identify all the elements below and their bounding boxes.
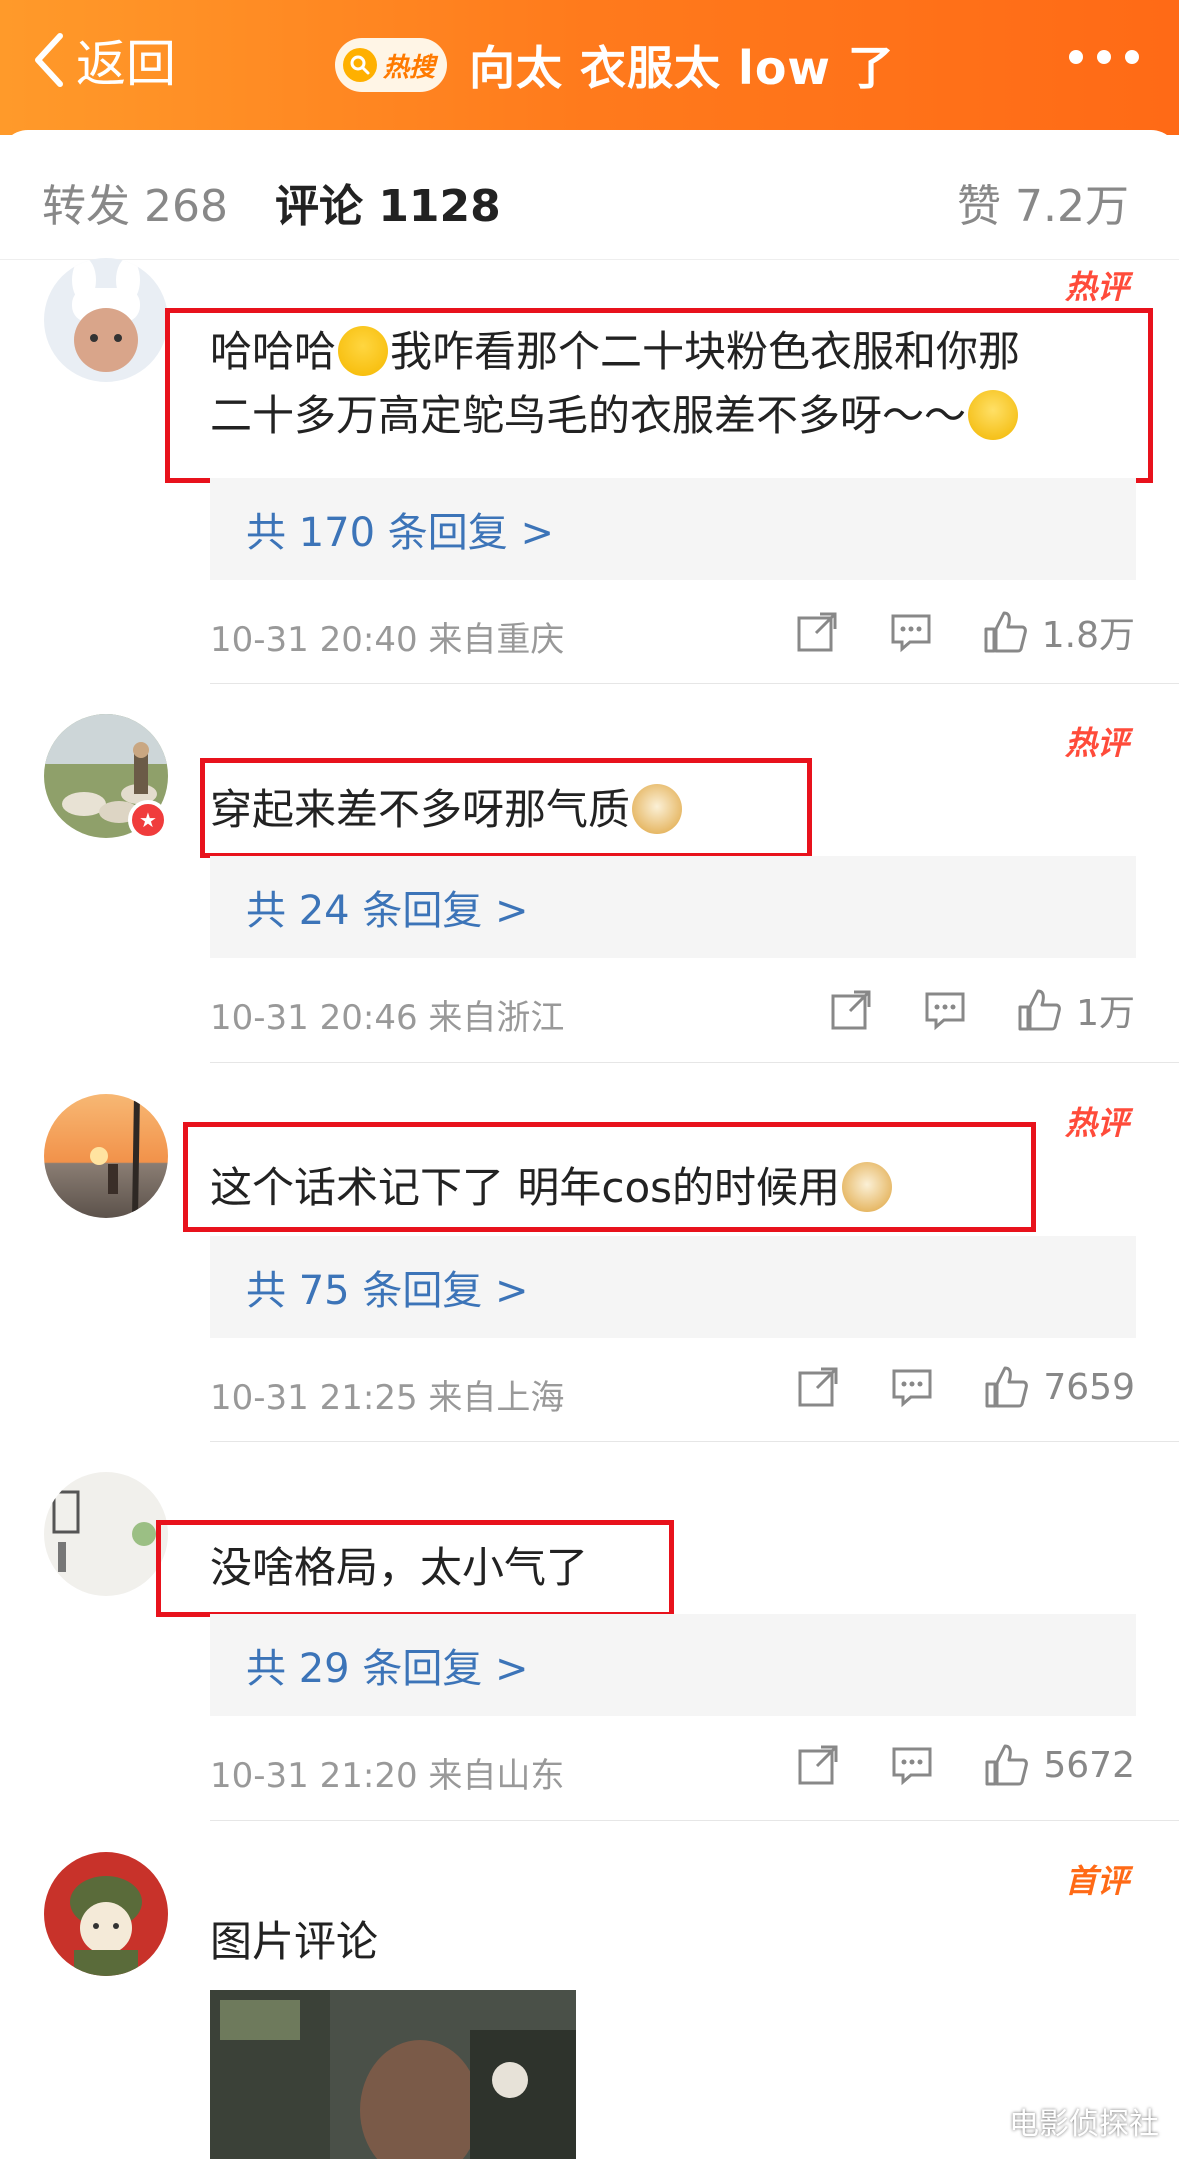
hot-search-label: 热搜	[383, 52, 436, 83]
like-count: 7659	[1043, 1366, 1135, 1408]
hot-comment-tag: 热评	[1064, 1104, 1129, 1142]
avatar[interactable]	[44, 1094, 168, 1218]
divider	[210, 683, 1179, 684]
like-count: 5672	[1043, 1744, 1135, 1786]
avatar[interactable]	[44, 258, 168, 382]
comment-meta: 10-31 21:25 来自上海	[210, 1378, 565, 1418]
share-icon[interactable]	[794, 609, 840, 655]
thumbs-up-icon	[985, 1366, 1029, 1408]
comment-icon[interactable]	[889, 1364, 935, 1410]
thumbs-up-icon	[984, 611, 1027, 653]
page-title: 向太 衣服太 low 了	[469, 41, 895, 95]
divider	[210, 1441, 1179, 1442]
highlight-box	[165, 308, 1153, 483]
chevron-left-icon	[35, 33, 63, 87]
reply-count-link[interactable]: 共 24 条回复 >	[210, 856, 1136, 958]
comment-actions: 1.8万	[794, 606, 1135, 658]
verified-badge-icon: ★	[128, 800, 168, 840]
comment-meta: 10-31 20:40 来自重庆	[210, 620, 565, 660]
divider	[210, 1062, 1179, 1063]
tab-likes[interactable]: 赞 7.2万	[957, 170, 1129, 234]
highlight-box	[156, 1520, 674, 1617]
reply-count-link[interactable]: 共 170 条回复 >	[210, 478, 1136, 580]
avatar[interactable]	[44, 1472, 168, 1596]
tab-comments[interactable]: 评论 1128	[275, 170, 501, 234]
comment-photo[interactable]	[210, 1990, 576, 2159]
reply-count-link[interactable]: 共 29 条回复 >	[210, 1614, 1136, 1716]
like-button[interactable]: 1万	[1016, 984, 1135, 1036]
share-icon[interactable]	[828, 987, 874, 1033]
page-title-area: 热搜 向太 衣服太 low 了	[335, 32, 895, 98]
more-options-icon[interactable]	[1069, 50, 1139, 64]
share-icon[interactable]	[795, 1742, 841, 1788]
search-icon	[343, 48, 377, 82]
like-button[interactable]: 1.8万	[982, 606, 1135, 658]
like-button[interactable]: 7659	[983, 1364, 1135, 1410]
highlight-box	[183, 1122, 1036, 1232]
watermark: 电影侦探社	[1009, 2107, 1159, 2142]
comment-meta: 10-31 20:46 来自浙江	[210, 998, 565, 1038]
hot-comment-tag: 热评	[1064, 268, 1129, 306]
avatar[interactable]	[44, 1852, 168, 1976]
back-label: 返回	[76, 35, 176, 93]
hot-search-badge[interactable]: 热搜	[335, 38, 448, 92]
tab-bar: 转发 268 评论 1128 赞 7.2万	[0, 130, 1179, 260]
first-comment-tag: 首评	[1064, 1862, 1129, 1900]
comment-actions: 7659	[795, 1364, 1135, 1410]
tab-repost[interactable]: 转发 268	[42, 170, 228, 234]
thumbs-up-icon	[985, 1744, 1029, 1786]
comment-actions: 1万	[828, 984, 1135, 1036]
comment-icon[interactable]	[888, 609, 934, 655]
comment-icon[interactable]	[889, 1742, 935, 1788]
comment-icon[interactable]	[922, 987, 968, 1033]
hot-comment-tag: 热评	[1064, 724, 1129, 762]
comment-text: 图片评论	[210, 1917, 379, 1966]
like-button[interactable]: 5672	[983, 1742, 1135, 1788]
like-count: 1.8万	[1041, 615, 1135, 656]
thumbs-up-icon	[1018, 989, 1061, 1031]
back-button[interactable]: 返回	[30, 30, 176, 93]
comment-actions: 5672	[795, 1742, 1135, 1788]
like-count: 1万	[1076, 993, 1135, 1034]
top-bar: 返回 热搜 向太 衣服太 low 了	[0, 0, 1179, 135]
reply-count-link[interactable]: 共 75 条回复 >	[210, 1236, 1136, 1338]
comment-meta: 10-31 21:20 来自山东	[210, 1756, 565, 1796]
highlight-box	[200, 758, 812, 858]
divider	[210, 1820, 1179, 1821]
share-icon[interactable]	[795, 1364, 841, 1410]
